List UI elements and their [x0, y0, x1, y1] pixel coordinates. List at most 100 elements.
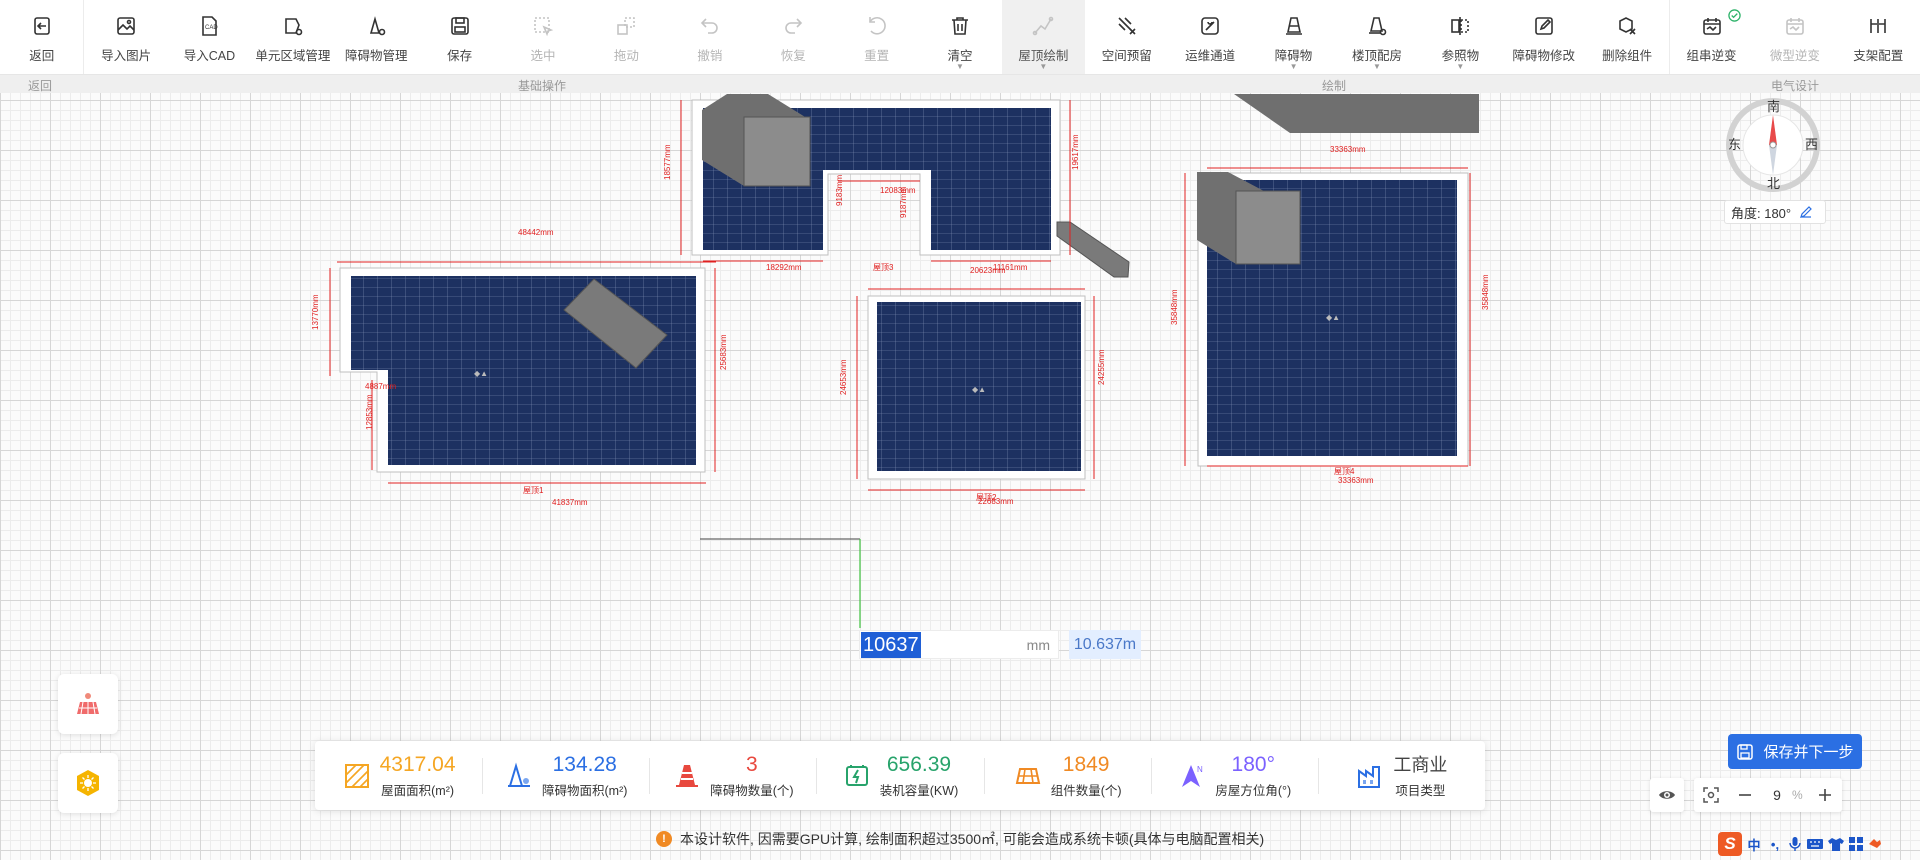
- roof-drawing[interactable]: ◆▲ 48442mm 13770mm 25683mm 4887mm 12853m…: [0, 93, 1920, 653]
- obstacle-edit-button[interactable]: 障碍物修改: [1502, 0, 1585, 74]
- visibility-toggle[interactable]: [1650, 778, 1684, 812]
- dimension-label: 18292mm: [766, 263, 802, 272]
- sun-simulation-button[interactable]: [58, 753, 118, 813]
- microphone-icon[interactable]: [1787, 836, 1803, 852]
- unit-area-icon: [285, 18, 303, 36]
- select-button[interactable]: 选中: [501, 0, 584, 74]
- dimension-label: 48442mm: [518, 228, 554, 237]
- stat-component-count: 1849 组件数量(个): [983, 752, 1151, 800]
- delete-component-button[interactable]: 删除组件: [1585, 0, 1668, 74]
- sogou-logo-icon[interactable]: S: [1718, 832, 1742, 856]
- rooftop-room-button[interactable]: 楼顶配房 ▼: [1335, 0, 1418, 74]
- grid-menu-icon[interactable]: [1848, 836, 1864, 852]
- ime-lang[interactable]: 中: [1745, 835, 1763, 854]
- dimension-label: 35848mm: [1481, 274, 1490, 310]
- skin-icon[interactable]: [1827, 836, 1845, 852]
- toolbar-label: 空间预留: [1101, 49, 1152, 63]
- svg-text:N: N: [1197, 765, 1203, 774]
- micro-inverter-button[interactable]: 微型逆变: [1753, 0, 1836, 74]
- group-label-back: 返回: [28, 79, 53, 93]
- angle-display[interactable]: 角度: 180°: [1724, 200, 1826, 224]
- stat-value: 180°: [1231, 752, 1275, 776]
- space-reserve-button[interactable]: 空间预留: [1085, 0, 1168, 74]
- dimension-label: 12083mm: [880, 186, 916, 195]
- string-inverter-icon: [1702, 18, 1721, 35]
- delete-component-icon: [1619, 17, 1636, 35]
- roof-4[interactable]: ◆▲ 33363mm 35848mm 35848mm 屋顶4 33363mm: [1170, 94, 1490, 485]
- length-input[interactable]: 10637 mm: [859, 630, 1059, 659]
- bracket-config-button[interactable]: 支架配置: [1837, 0, 1920, 74]
- length-unit: mm: [1026, 636, 1050, 653]
- obstacle-button[interactable]: 障碍物 ▼: [1252, 0, 1335, 74]
- angle-label: 角度: 180°: [1731, 205, 1792, 221]
- obstacle-area-icon: [508, 762, 530, 787]
- save-toolbar-button[interactable]: 保存: [418, 0, 501, 74]
- length-meters: 10.637m: [1069, 630, 1141, 659]
- stat-value: 3: [746, 752, 758, 776]
- obstacle-manage-button[interactable]: 障碍物管理: [335, 0, 418, 74]
- stat-project-type: 工商业 项目类型: [1317, 752, 1485, 800]
- group-label-basic: 基础操作: [518, 79, 567, 93]
- fit-view-button[interactable]: [1694, 778, 1728, 812]
- reset-button[interactable]: 重置: [835, 0, 918, 74]
- info-icon: !: [656, 831, 672, 847]
- chevron-down-icon: ▼: [1456, 62, 1465, 71]
- toolbar-label: 恢复: [780, 49, 806, 63]
- edit-icon[interactable]: [1799, 205, 1813, 219]
- stat-label: 装机容量(KW): [879, 783, 959, 798]
- maintenance-channel-button[interactable]: 运维通道: [1168, 0, 1251, 74]
- reference-button[interactable]: 参照物 ▼: [1419, 0, 1502, 74]
- toolbar-label: 保存: [447, 49, 473, 63]
- toolbar-label: 运维通道: [1185, 49, 1236, 63]
- zoom-group: 9 %: [1694, 778, 1842, 812]
- center-marker: ◆▲: [972, 385, 986, 394]
- keyboard-icon[interactable]: [1806, 836, 1824, 852]
- zoom-out-button[interactable]: [1728, 778, 1762, 812]
- back-button[interactable]: 返回: [0, 0, 83, 74]
- dimension-label: 4887mm: [365, 382, 396, 391]
- unit-area-button[interactable]: 单元区域管理: [251, 0, 334, 74]
- center-marker: ◆▲: [474, 369, 488, 378]
- roof-draw-button[interactable]: 屋顶绘制 ▼: [1001, 0, 1086, 74]
- roof-1[interactable]: ◆▲ 48442mm 13770mm 25683mm 4887mm 12853m…: [311, 228, 728, 507]
- length-value[interactable]: 10637: [861, 631, 921, 658]
- gpu-notice: ! 本设计软件, 因需要GPU计算, 绘制面积超过3500㎡, 可能会造成系统卡…: [656, 829, 1264, 849]
- save-next-label: 保存并下一步: [1763, 744, 1854, 761]
- roof-2[interactable]: 18577mm 19617mm 18292mm 12083mm 9183mm 9…: [663, 94, 1130, 278]
- drag-button[interactable]: 拖动: [585, 0, 668, 74]
- zoom-in-button[interactable]: [1808, 778, 1842, 812]
- dimension-label: 22683mm: [978, 497, 1014, 506]
- drag-icon: [617, 17, 636, 35]
- dimension-label: 24255mm: [1097, 349, 1106, 385]
- stat-value: 134.28: [552, 752, 617, 776]
- import-cad-button[interactable]: CAD 导入CAD: [168, 0, 251, 74]
- string-inverter-button[interactable]: 组串逆变: [1670, 0, 1753, 74]
- toolbar-label: 导入CAD: [183, 49, 236, 63]
- undo-button[interactable]: 撤销: [668, 0, 751, 74]
- redo-button[interactable]: 恢复: [752, 0, 835, 74]
- stat-label: 屋面面积(m²): [381, 783, 455, 798]
- dimension-label: 12853mm: [365, 394, 374, 430]
- import-image-icon: [117, 17, 135, 35]
- panel-layout-button[interactable]: [58, 674, 118, 734]
- dimension-label: 35848mm: [1170, 289, 1179, 325]
- stat-label: 项目类型: [1395, 783, 1446, 798]
- toolbar-label: 障碍物管理: [345, 49, 408, 63]
- panel-grid-icon: [1015, 767, 1040, 784]
- space-reserve-icon: [1118, 17, 1136, 35]
- maintenance-channel-icon: [1201, 17, 1219, 35]
- stats-bar: 4317.04 屋面面积(m²) 134.28 障碍物面积(m²) 3 障碍物数…: [315, 741, 1485, 810]
- punctuation-icon[interactable]: •,: [1766, 837, 1784, 852]
- group-label-draw: 绘制: [1322, 79, 1347, 93]
- save-next-button[interactable]: 保存并下一步: [1728, 734, 1862, 769]
- clear-button[interactable]: 清空 ▼: [918, 0, 1001, 74]
- toolbar-group-bar: 返回 基础操作 绘制 电气设计: [0, 75, 1920, 93]
- toolbar-label: 障碍物修改: [1512, 49, 1575, 63]
- solar-panel-icon: [77, 693, 99, 715]
- import-image-button[interactable]: 导入图片: [84, 0, 167, 74]
- dimension-label: 25683mm: [719, 334, 728, 370]
- extension-icon[interactable]: [1867, 836, 1883, 852]
- roof-3[interactable]: ◆▲ 24653mm 24255mm 屋顶2 22683mm: [839, 288, 1106, 506]
- stat-azimuth: N 180° 房屋方位角(°): [1150, 752, 1318, 800]
- roof-area-icon: [344, 763, 369, 788]
